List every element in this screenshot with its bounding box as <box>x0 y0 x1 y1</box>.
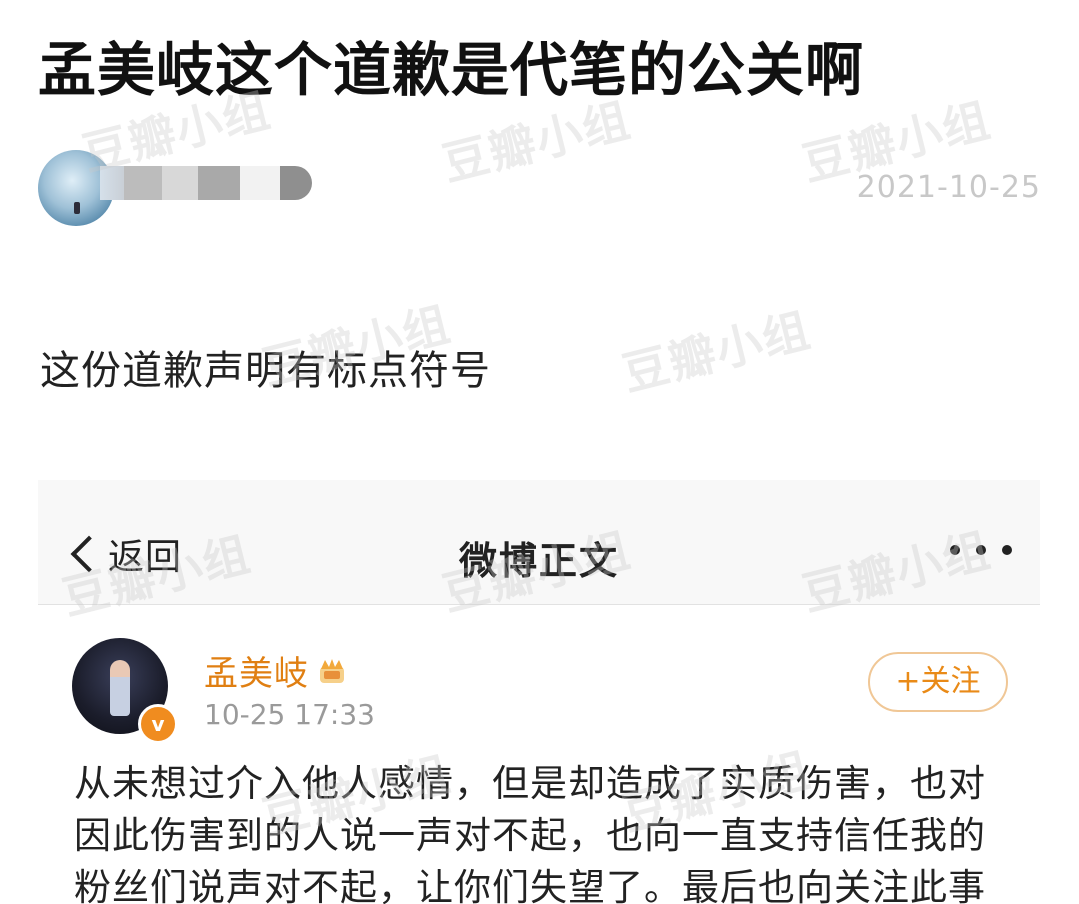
post-date: 2021-10-25 <box>856 170 1041 205</box>
avatar-person <box>110 660 130 716</box>
weibo-page-title: 微博正文 <box>458 539 619 583</box>
more-dot <box>976 545 986 555</box>
blur-block <box>198 166 240 200</box>
blur-block <box>240 166 280 200</box>
blur-block <box>162 166 198 200</box>
weibo-post-time: 10-25 17:33 <box>204 698 375 731</box>
weibo-name-row: 孟美岐 <box>204 646 347 695</box>
weibo-text-line: 从未想过介入他人感情，但是却造成了实质伤害，也对 <box>74 762 986 805</box>
follow-button[interactable]: +关注 <box>868 652 1008 712</box>
weibo-user-name[interactable]: 孟美岐 <box>204 646 309 695</box>
blur-block <box>280 166 312 200</box>
blur-block <box>124 166 162 200</box>
author-name-redacted[interactable] <box>100 166 312 200</box>
post-body-text: 这份道歉声明有标点符号 <box>40 348 491 394</box>
weibo-screenshot-image: 返回 微博正文 v 孟美岐 10-25 17:33 +关注 从未想过介入他人感情… <box>38 480 1040 904</box>
weibo-top-bar: 返回 微博正文 <box>38 480 1040 605</box>
weibo-post-text: 从未想过介入他人感情，但是却造成了实质伤害，也对 因此伤害到的人说一声对不起，也… <box>74 758 1014 904</box>
weibo-text-line: 粉丝们说声对不起，让你们失望了。最后也向关注此事 <box>74 866 986 904</box>
crown-icon <box>320 658 344 683</box>
more-dot <box>950 545 960 555</box>
more-icon[interactable] <box>950 544 1012 556</box>
post-title: 孟美岐这个道歉是代笔的公关啊 <box>38 36 865 104</box>
weibo-text-line: 因此伤害到的人说一声对不起，也向一直支持信任我的 <box>74 814 986 857</box>
avatar-figure <box>74 202 80 214</box>
watermark: 豆瓣小组 <box>617 302 817 402</box>
more-dot <box>1002 545 1012 555</box>
blur-block <box>100 166 124 200</box>
verified-badge-icon: v <box>138 704 178 744</box>
